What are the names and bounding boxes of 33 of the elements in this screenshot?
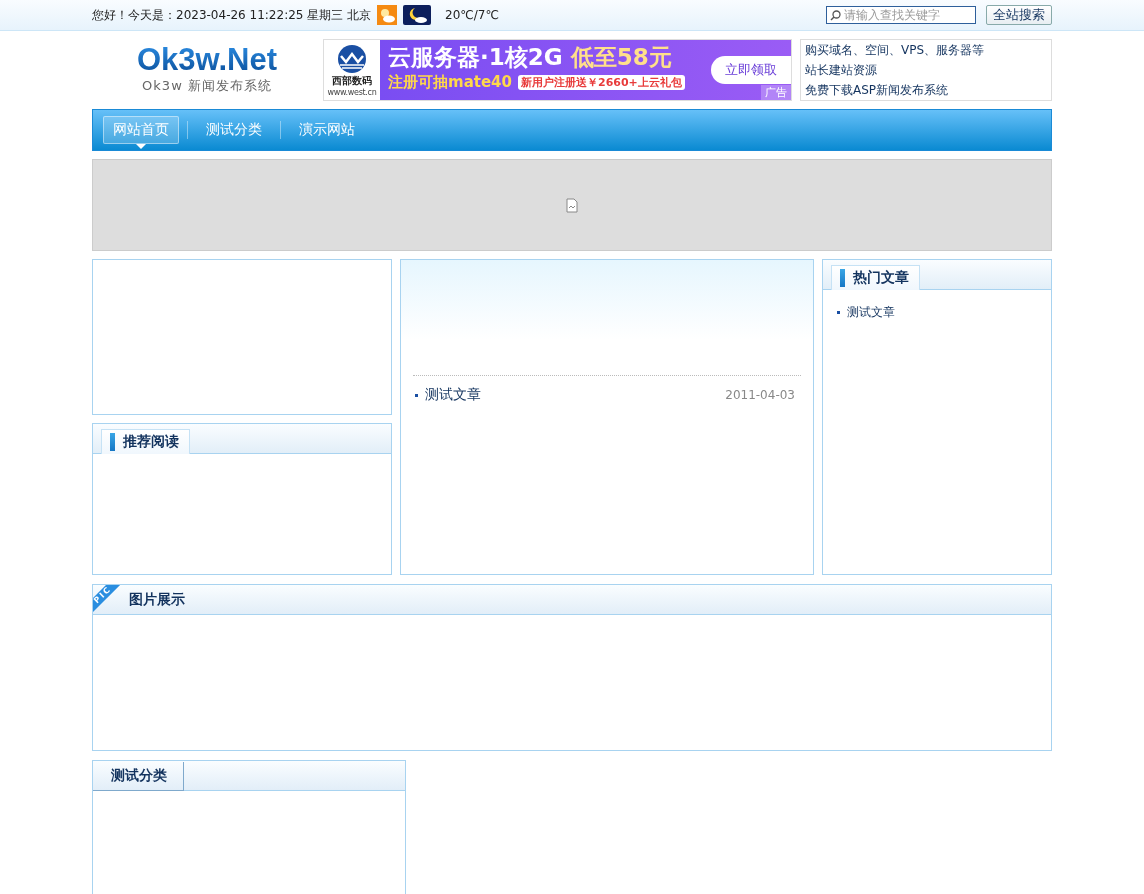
caret-icon xyxy=(136,144,146,149)
brand-url: www.west.cn xyxy=(327,87,377,97)
ad-promo: 注册可抽mate40 xyxy=(388,73,512,92)
search-button[interactable]: 全站搜索 xyxy=(986,5,1052,25)
panel-title: 测试分类 xyxy=(111,767,167,785)
brand-name: 西部数码 xyxy=(332,73,372,88)
ad-price: 低至58元 xyxy=(570,43,672,72)
bullet-icon xyxy=(415,393,418,397)
ad-tag: 广告 xyxy=(761,85,791,100)
search-icon xyxy=(830,9,841,21)
header-link[interactable]: 购买域名、空间、VPS、服务器等 xyxy=(805,41,1051,59)
header-link[interactable]: 免费下载ASP新闻发布系统 xyxy=(805,81,1051,99)
article-link[interactable]: 测试文章 xyxy=(847,304,895,321)
sun-cloud-icon xyxy=(377,5,398,25)
header-link[interactable]: 站长建站资源 xyxy=(805,61,1051,79)
broken-image-icon xyxy=(566,197,578,213)
site-subtitle: Ok3w 新闻发布系统 xyxy=(142,77,272,95)
section-title: 图片展示 xyxy=(129,590,185,609)
bullet-icon xyxy=(837,311,840,314)
search-field[interactable]: 请输入查找关键字 xyxy=(826,6,976,24)
temperature-text: 20℃/7℃ xyxy=(445,8,499,22)
ad-headline: 云服务器·1核2G xyxy=(388,43,563,72)
ad-offer: 新用户注册送￥2660+上云礼包 xyxy=(518,75,685,90)
article-date: 2011-04-03 xyxy=(725,388,795,402)
moon-cloud-icon xyxy=(403,5,432,25)
wave-logo-icon xyxy=(335,43,369,74)
panel-title: 推荐阅读 xyxy=(123,433,179,451)
tab-marker xyxy=(840,269,845,287)
tab-marker xyxy=(110,433,115,451)
claim-button[interactable]: 立即领取 xyxy=(711,56,791,84)
article-link[interactable]: 测试文章 xyxy=(425,386,481,404)
greeting-text: 您好！今天是：2023-04-26 11:22:25 星期三 北京 xyxy=(92,6,372,24)
panel-title: 热门文章 xyxy=(853,269,909,287)
